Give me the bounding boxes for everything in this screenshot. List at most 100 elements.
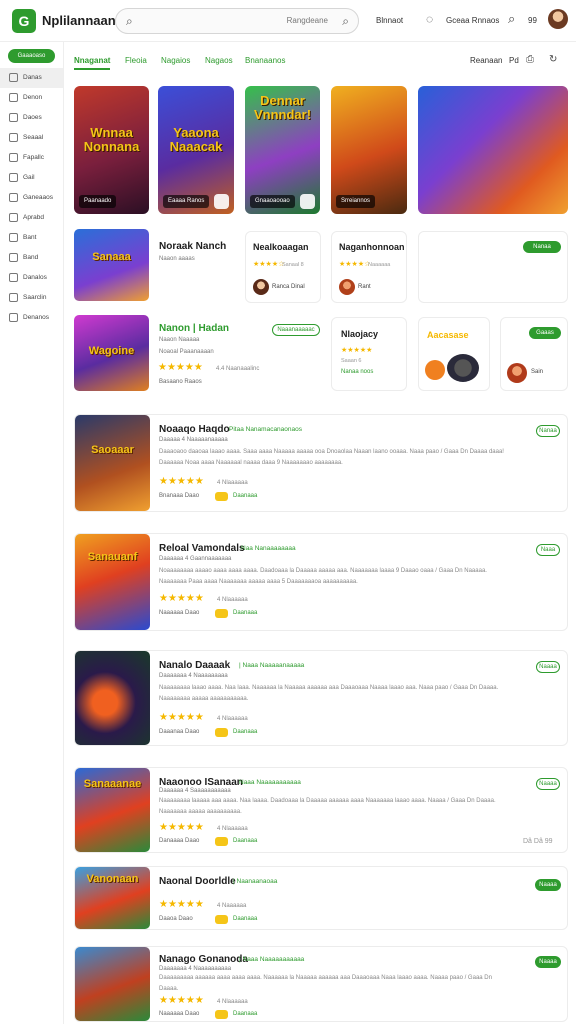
featured-card[interactable]: Yaaona Naaacak Eaaaa Ranos — [158, 86, 234, 214]
header-search-icon[interactable]: ⌕ — [508, 11, 515, 27]
rating-text: 4 Nlaaaaaa — [217, 597, 248, 603]
featured-art — [418, 86, 568, 214]
tab-4[interactable]: Nagaos — [205, 56, 233, 65]
game-thumbnail[interactable]: Sanaaanae — [75, 768, 150, 852]
sidebar-item[interactable]: Danas — [0, 68, 63, 88]
game-thumbnail[interactable]: Sanaaa — [74, 229, 149, 301]
action-link[interactable]: Daanaaa — [233, 610, 257, 616]
featured-card-large[interactable] — [418, 86, 568, 214]
list-item[interactable]: Vanonaan Naonal Doorldle | Naanaanaoaa ★… — [74, 866, 568, 930]
refresh-icon[interactable]: ↻ — [549, 54, 557, 65]
featured-badge: Srreiannos — [336, 195, 376, 208]
mini-game-card[interactable]: Nlaojacy ★★★★★ Saaan 6 Nanaa noos — [331, 317, 407, 391]
list-item[interactable]: Sanaaanae Naaonoo ISanaan Naaa Naaaaaaaa… — [74, 767, 568, 853]
game-tag: Naa Nanaaaaaaaa — [241, 545, 296, 552]
tab-5[interactable]: Bnanaanos — [245, 56, 285, 65]
game-thumbnail[interactable]: Saoaaar — [75, 415, 150, 511]
menu-icon — [9, 233, 18, 242]
game-thumbnail[interactable] — [75, 947, 150, 1021]
rating-text: 4 Nlaaaaaa — [217, 480, 248, 486]
game-title[interactable]: Nanon | Hadan — [159, 323, 229, 334]
sidebar-item[interactable]: Denanos — [0, 308, 63, 328]
mini-game-card[interactable]: Nanaa — [418, 231, 568, 303]
rating-text: 4 Naaaaaa — [217, 903, 247, 909]
game-thumbnail[interactable]: Vanonaan — [75, 867, 150, 929]
game-title[interactable]: Reloal Vamondals — [159, 543, 245, 554]
list-item[interactable]: Saoaaar Noaaqo Haqdo Pitaa Nanamacanaona… — [74, 414, 568, 512]
game-thumbnail[interactable]: Wagoine — [74, 315, 149, 391]
header-link-2[interactable]: Gceaa Rnnaos — [446, 16, 499, 25]
game-meta: Naaaaaa Daao — [159, 610, 200, 616]
status-pill[interactable]: Naaaa — [536, 661, 560, 673]
status-pill[interactable]: Nanaa — [536, 425, 560, 437]
sidebar-item[interactable]: Denon — [0, 88, 63, 108]
search-submit-icon[interactable]: ⌕ — [342, 14, 349, 29]
content-tabs: Nnaganat Fleoia Nagaios Nagaos Bnanaanos… — [74, 52, 568, 72]
game-title[interactable]: Naaonoo ISanaan — [159, 777, 243, 788]
sidebar-item[interactable]: Danalos — [0, 268, 63, 288]
sidebar-item[interactable]: Daoes — [0, 108, 63, 128]
status-pill[interactable]: Naaa — [536, 544, 560, 556]
mini-game-card[interactable]: Nealkoaagan ★★★★☆ Sanaal 8 Ranca Dinal — [245, 231, 321, 303]
rating-text: 4 Nlaaaaaa — [217, 826, 248, 832]
game-thumbnail[interactable]: Sanauanf — [75, 534, 150, 630]
header-link-1[interactable]: Blnnaot — [376, 16, 403, 25]
list-item[interactable]: Nanago Gonanoda | Naaa Naaaaaaaaaaa Daaa… — [74, 946, 568, 1022]
sidebar-item[interactable]: Gail — [0, 168, 63, 188]
tab-3[interactable]: Nagaios — [161, 56, 190, 65]
sidebar-item[interactable]: Ganeaaos — [0, 188, 63, 208]
mini-card-sub: Naaaaaa — [368, 262, 391, 268]
action-link[interactable]: Daanaaa — [233, 838, 257, 844]
action-link[interactable]: Daanaaa — [233, 916, 257, 922]
app-logo[interactable]: G — [12, 9, 36, 33]
featured-card[interactable]: Wnnaa Nonnana Paanaado — [74, 86, 149, 214]
stats-icons: Dâ Dâ 99 — [523, 838, 553, 845]
rating-stars: ★★★★★ — [159, 476, 204, 487]
sort-label[interactable]: Reanaan — [470, 56, 502, 65]
action-link[interactable]: Daanaaa — [233, 1011, 257, 1017]
featured-badge: Paanaado — [79, 195, 117, 208]
tab-1[interactable]: Nnaganat — [74, 56, 111, 70]
status-pill[interactable]: Naaaa — [535, 879, 561, 891]
action-link[interactable]: Daanaaa — [233, 729, 257, 735]
game-title[interactable]: Noraak Nanch — [159, 241, 226, 252]
game-title[interactable]: Noaaqo Haqdo — [159, 424, 230, 435]
tab-2[interactable]: Fleoia — [125, 56, 147, 65]
thumbnail-title: Sanauanf — [87, 551, 138, 564]
sidebar-item[interactable]: Aprabd — [0, 208, 63, 228]
game-thumbnail[interactable] — [75, 651, 150, 745]
menu-icon — [9, 313, 18, 322]
sidebar-item[interactable]: Saarclin — [0, 288, 63, 308]
game-title[interactable]: Naonal Doorldle — [159, 876, 236, 887]
featured-card[interactable]: Srreiannos — [331, 86, 407, 214]
rating-stars: ★★★★★ — [159, 899, 204, 910]
status-pill[interactable]: Naaaa — [536, 778, 560, 790]
rating-stars: ★★★★★ — [158, 362, 203, 373]
bookmark-icon[interactable]: ⎙ — [526, 54, 534, 65]
user-avatar[interactable] — [548, 9, 568, 29]
coin-icon — [215, 837, 228, 846]
sidebar-item[interactable]: Bant — [0, 228, 63, 248]
list-item[interactable]: Nanalo Daaaak | Naaa Naaaaanaaaaa Daaaaa… — [74, 650, 568, 746]
search-bar[interactable]: ⌕ Rangdeane ⌕ — [115, 8, 359, 34]
mini-game-card[interactable]: Gaaas Sain — [500, 317, 568, 391]
player-avatar — [507, 363, 527, 383]
featured-card[interactable]: Dennar Vnnndar! Gnaaoaooao — [245, 86, 320, 214]
game-title[interactable]: Nanalo Daaaak — [159, 660, 230, 671]
game-title[interactable]: Nanago Gonanoda — [159, 954, 248, 965]
list-item[interactable]: Sanauanf Reloal Vamondals Naa Nanaaaaaaa… — [74, 533, 568, 631]
status-pill[interactable]: Naaanaaaaac — [272, 324, 320, 336]
menu-icon — [9, 93, 18, 102]
sidebar-item[interactable]: Seaaal — [0, 128, 63, 148]
sidebar-item[interactable]: Band — [0, 248, 63, 268]
thumbnail-title: Sanaaa — [92, 250, 131, 263]
action-link[interactable]: Daanaaa — [233, 493, 257, 499]
play-pill[interactable]: Nanaa — [523, 241, 561, 253]
sidebar-item[interactable]: Fapallc — [0, 148, 63, 168]
sidebar-primary-button[interactable]: Gaaaoaso — [8, 49, 55, 63]
status-pill[interactable]: Naaaa — [535, 956, 561, 968]
chat-icon[interactable]: ◌ — [426, 12, 433, 26]
mini-game-card[interactable]: Aacasase — [418, 317, 490, 391]
play-pill[interactable]: Gaaas — [529, 327, 561, 339]
mini-game-card[interactable]: Naganhonnoan ★★★★☆ Naaaaaa Rant — [331, 231, 407, 303]
